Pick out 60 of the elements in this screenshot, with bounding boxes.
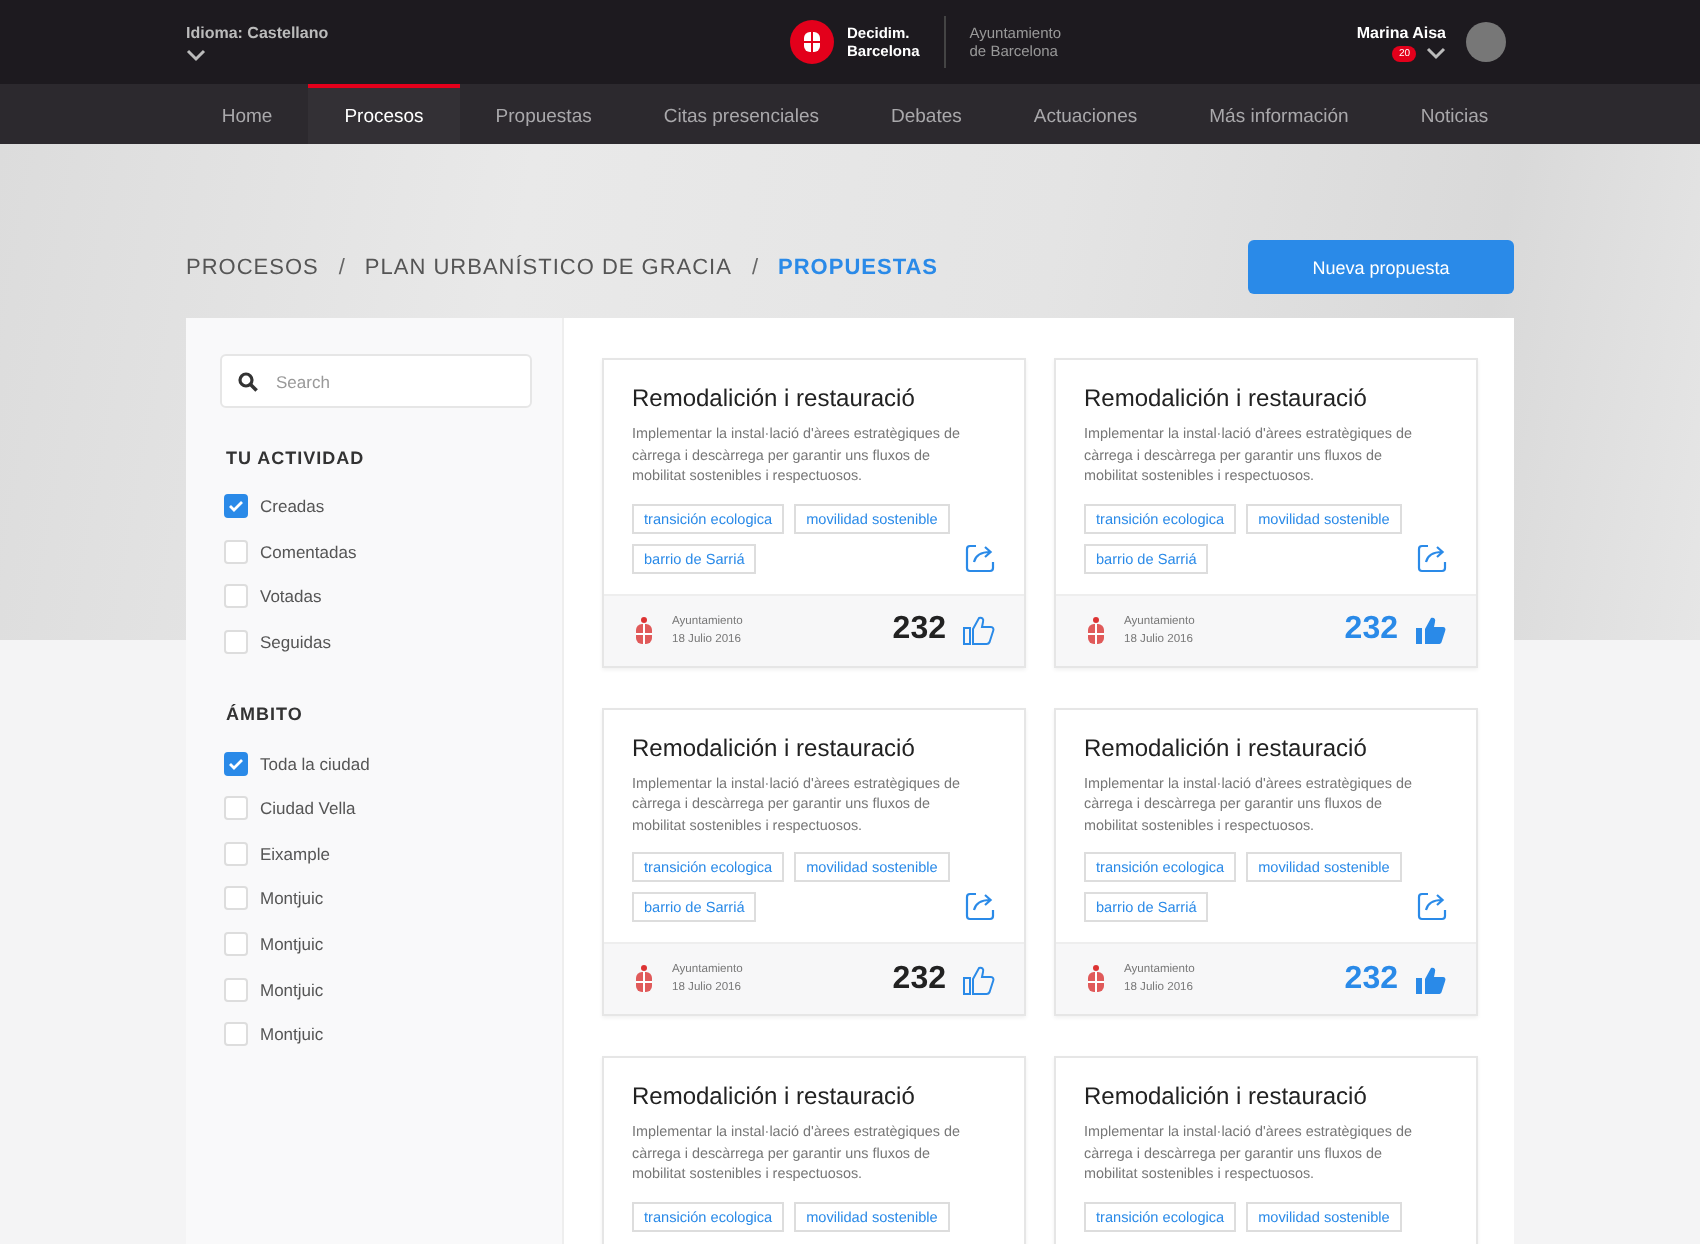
card-title[interactable]: Remodalición i restauració bbox=[632, 733, 996, 761]
user-name[interactable]: Marina Aisa bbox=[1356, 23, 1446, 41]
filter-option[interactable]: Montjuic bbox=[220, 966, 530, 1012]
share-icon[interactable] bbox=[964, 541, 996, 573]
shield-icon bbox=[632, 964, 656, 994]
vote-count: 232 bbox=[1344, 961, 1398, 997]
shield-icon bbox=[632, 615, 656, 645]
checkbox[interactable] bbox=[224, 494, 248, 519]
filter-heading: ÁMBITO bbox=[226, 704, 305, 725]
filter-option[interactable]: Seguidas bbox=[220, 619, 530, 665]
breadcrumb-link[interactable]: PLAN URBANÍSTICO DE GRACIA bbox=[364, 255, 732, 279]
search-field[interactable]: Search bbox=[220, 354, 532, 408]
share-icon[interactable] bbox=[964, 890, 996, 922]
nav-tab[interactable]: Propuestas bbox=[459, 84, 628, 144]
search-icon bbox=[238, 371, 258, 391]
card-title[interactable]: Remodalición i restauració bbox=[632, 1082, 996, 1110]
vote-count: 232 bbox=[892, 612, 946, 648]
new-proposal-button[interactable]: Nueva propuesta bbox=[1248, 240, 1514, 294]
language-selector[interactable]: Idioma: Castellano bbox=[186, 23, 706, 41]
vote-count: 232 bbox=[1344, 612, 1398, 648]
filter-option[interactable]: Ciudad Vella bbox=[220, 785, 530, 832]
nav-tab[interactable]: Actuaciones bbox=[997, 84, 1174, 144]
filter-option[interactable]: Creadas bbox=[220, 484, 530, 530]
nav-tab[interactable]: Procesos bbox=[308, 84, 460, 144]
share-icon[interactable] bbox=[1416, 890, 1448, 922]
breadcrumb-separator: / bbox=[338, 255, 345, 279]
filter-option[interactable]: Toda la ciudad bbox=[220, 740, 530, 786]
nav-tab[interactable]: Debates bbox=[854, 84, 998, 144]
nav-tab[interactable]: Más información bbox=[1173, 84, 1385, 144]
checkmark-icon bbox=[228, 757, 244, 770]
card-title[interactable]: Remodalición i restauració bbox=[1084, 733, 1448, 761]
filter-option[interactable]: Montjuic bbox=[220, 876, 530, 922]
filter-option[interactable]: Eixample bbox=[220, 831, 530, 877]
shield-icon bbox=[1084, 964, 1108, 994]
checkmark-icon bbox=[228, 500, 244, 513]
thumbs-up-icon[interactable] bbox=[1414, 614, 1448, 646]
card-title[interactable]: Remodalición i restauració bbox=[1084, 384, 1448, 412]
chevron-down-icon[interactable] bbox=[1426, 46, 1446, 60]
chevron-down-icon[interactable] bbox=[186, 47, 206, 61]
avatar[interactable] bbox=[1466, 22, 1506, 62]
filter-option[interactable]: Montjuic bbox=[220, 921, 530, 967]
checkbox[interactable] bbox=[224, 751, 248, 776]
card-title[interactable]: Remodalición i restauració bbox=[632, 384, 996, 412]
thumbs-up-icon[interactable] bbox=[1414, 963, 1448, 995]
thumbs-up-icon[interactable] bbox=[962, 963, 996, 995]
filter-option[interactable]: Comentadas bbox=[220, 529, 530, 575]
breadcrumb-separator: / bbox=[751, 255, 759, 279]
breadcrumb-link[interactable]: PROCESOS bbox=[186, 255, 319, 279]
nav-tab[interactable]: Citas presenciales bbox=[627, 84, 855, 144]
filter-option[interactable]: Montjuic bbox=[220, 1011, 530, 1058]
nav-tab[interactable]: Home bbox=[185, 84, 309, 144]
thumbs-up-icon[interactable] bbox=[962, 614, 996, 646]
shield-logo-icon bbox=[790, 20, 835, 64]
card-title[interactable]: Remodalición i restauració bbox=[1084, 1082, 1448, 1110]
vote-count: 232 bbox=[892, 961, 946, 997]
share-icon[interactable] bbox=[1416, 541, 1448, 573]
nav-tab[interactable]: Noticias bbox=[1384, 84, 1525, 144]
filter-heading: TU ACTIVIDAD bbox=[226, 448, 367, 468]
filter-option[interactable]: Votadas bbox=[220, 574, 530, 620]
shield-icon bbox=[1084, 615, 1108, 645]
